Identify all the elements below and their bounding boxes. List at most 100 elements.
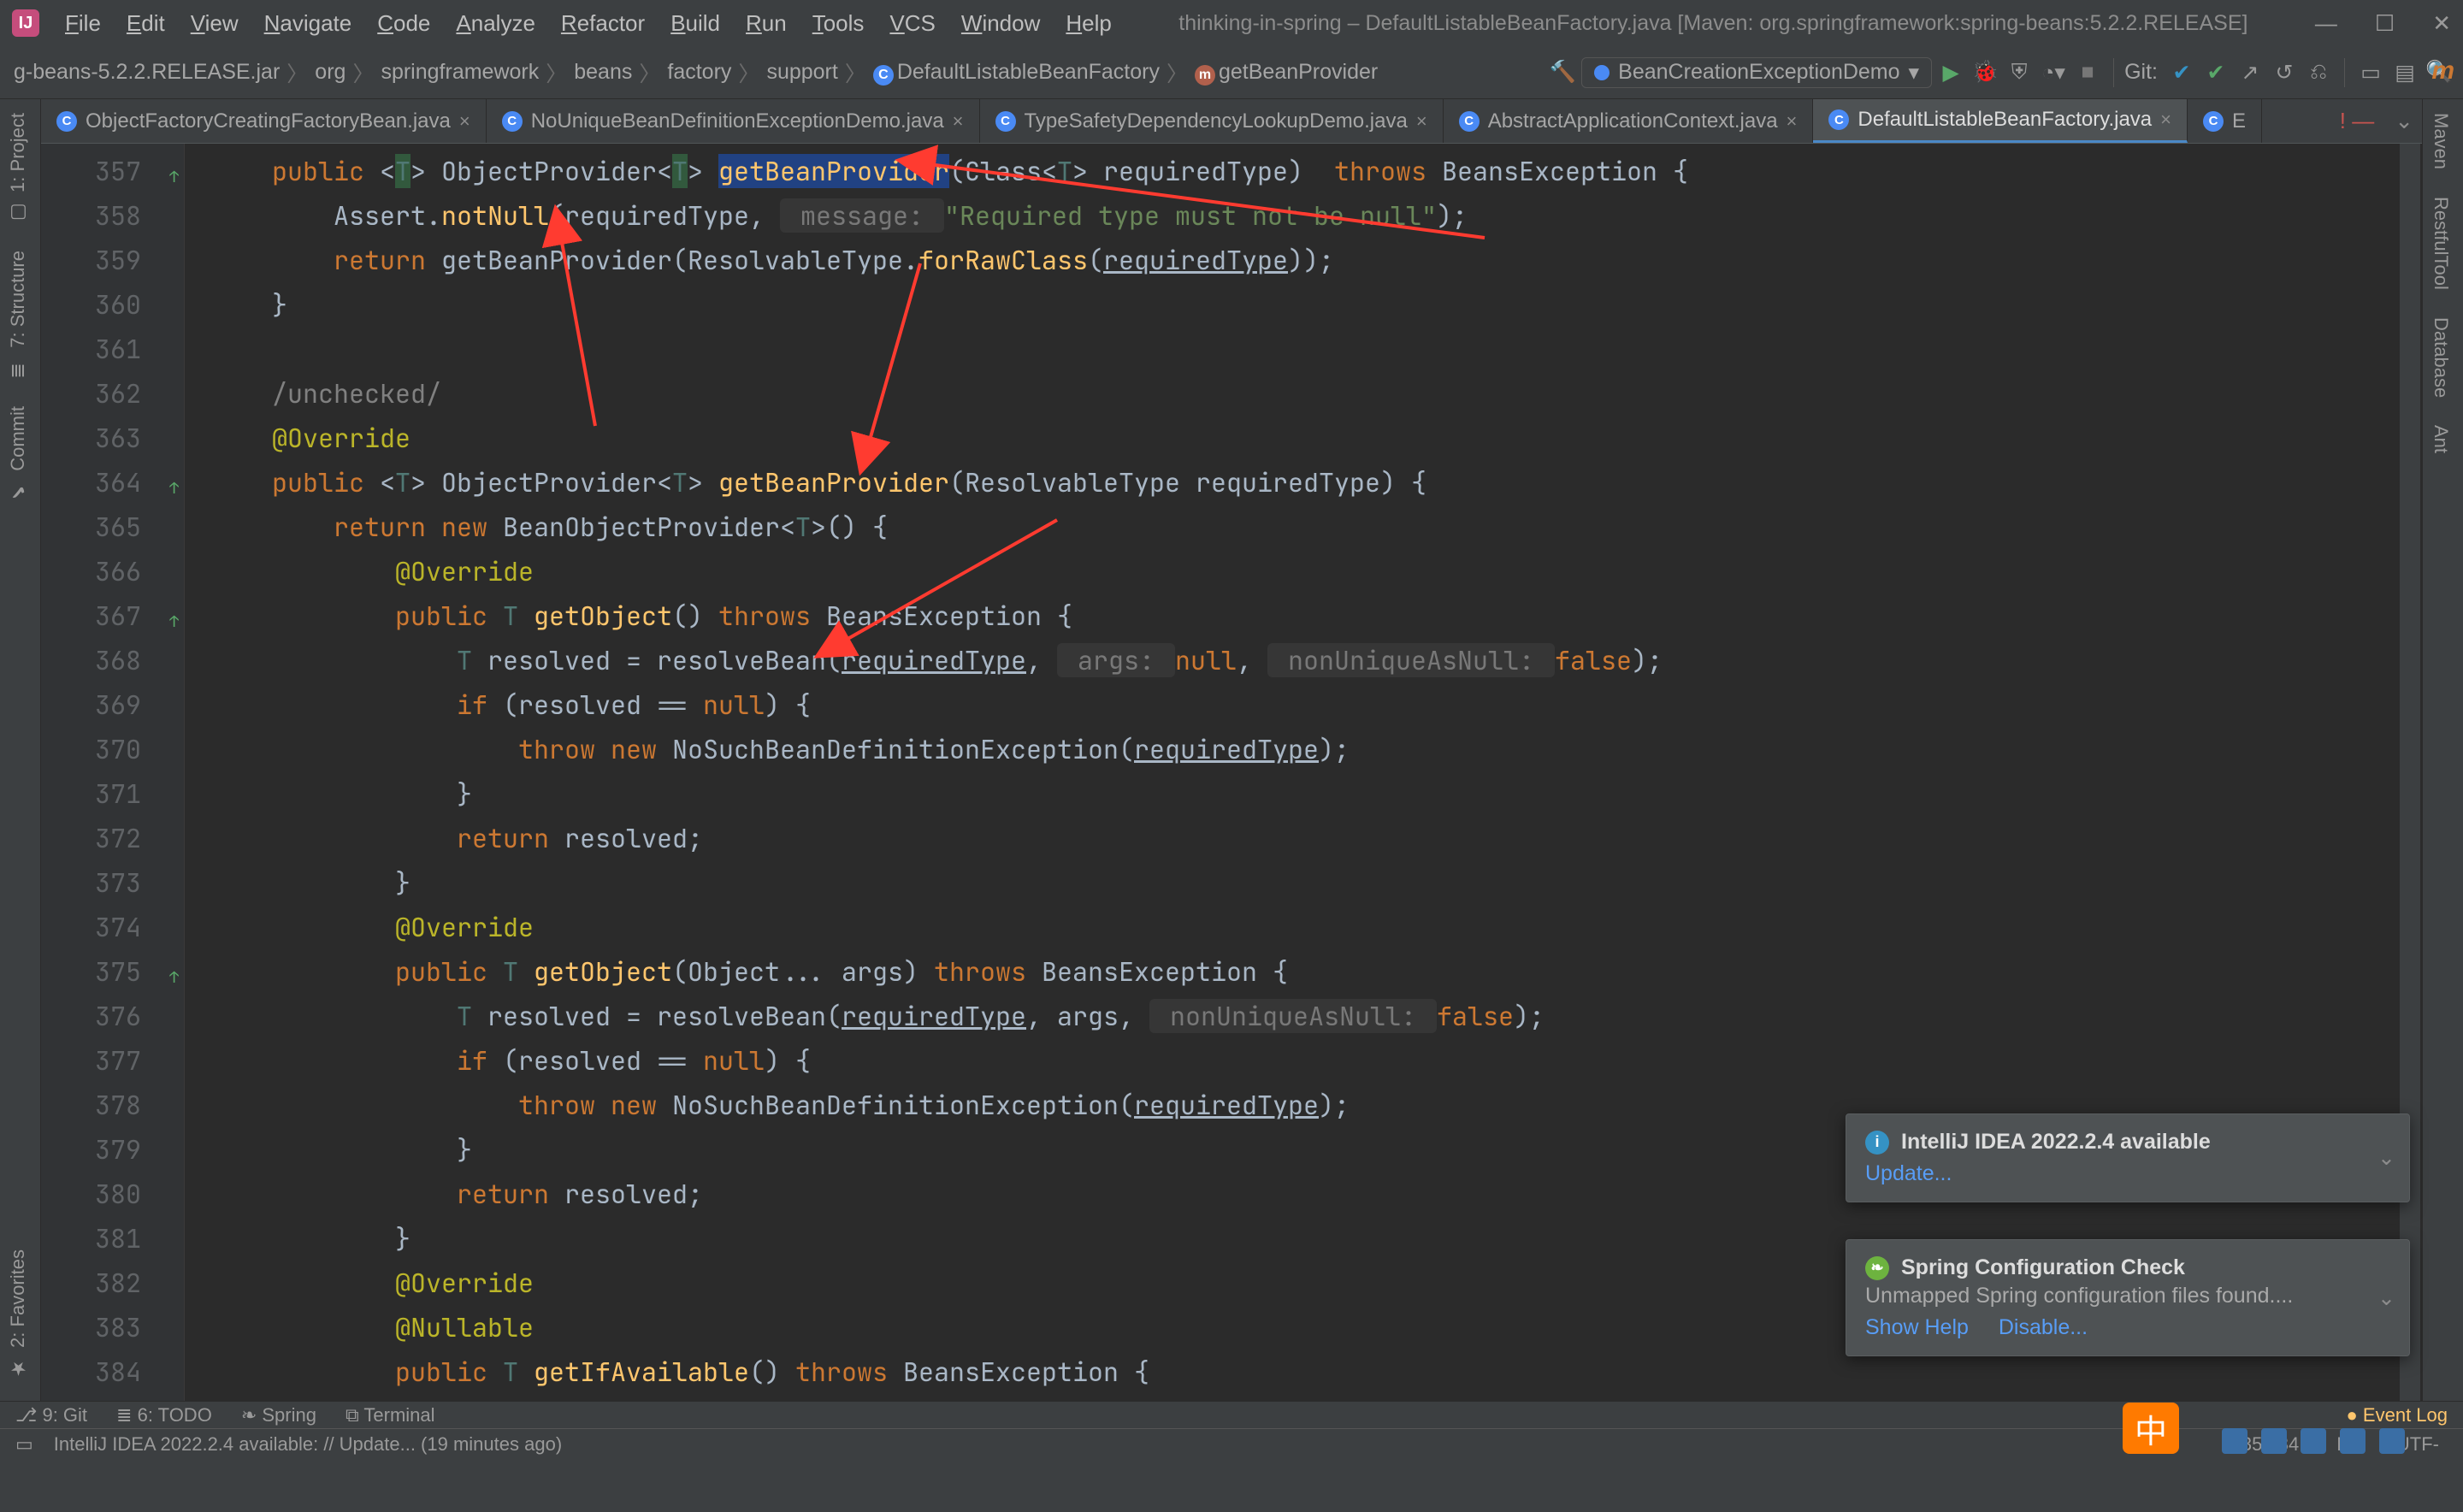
event-log-button[interactable]: Event Log — [2347, 1404, 2448, 1426]
tool-git[interactable]: ⎇ 9: Git — [15, 1404, 87, 1426]
line-number[interactable]: 382 — [41, 1261, 184, 1305]
tool-commit[interactable]: ✔Commit — [0, 393, 36, 516]
chevron-down-icon[interactable]: ⌄ — [2377, 1145, 2395, 1171]
code-line[interactable]: } — [210, 860, 2422, 905]
line-number[interactable]: 369 — [41, 682, 184, 727]
line-number[interactable]: 373 — [41, 860, 184, 905]
line-number[interactable]: 358 — [41, 193, 184, 238]
editor-tab[interactable]: CE — [2188, 99, 2262, 143]
menu-file[interactable]: File — [65, 10, 101, 37]
code-line[interactable]: return getBeanProvider(ResolvableType.fo… — [210, 238, 2422, 282]
debug-icon[interactable]: 🐞 — [1970, 60, 2000, 85]
code-line[interactable] — [210, 327, 2422, 371]
code-line[interactable]: throw new NoSuchBeanDefinitionException(… — [210, 727, 2422, 771]
breadcrumb-item[interactable]: mgetBeanProvider — [1190, 60, 1383, 86]
breadcrumb-item[interactable]: org — [310, 60, 351, 85]
git-diff-icon[interactable]: ↗ — [2235, 60, 2265, 86]
line-number[interactable]: 367 — [41, 594, 184, 638]
breadcrumb-item[interactable]: g-beans-5.2.2.RELEASE.jar — [9, 60, 285, 85]
override-gutter-icon[interactable] — [157, 472, 177, 493]
show-help-link[interactable]: Show Help — [1865, 1315, 1969, 1340]
code-line[interactable]: /unchecked/ — [210, 371, 2422, 416]
line-number[interactable]: 357 — [41, 149, 184, 193]
code-line[interactable]: return resolved; — [210, 816, 2422, 860]
menu-build[interactable]: Build — [670, 10, 720, 37]
menu-run[interactable]: Run — [746, 10, 787, 37]
line-number[interactable]: 360 — [41, 282, 184, 327]
line-number[interactable]: 365 — [41, 505, 184, 549]
code-line[interactable]: public T getObject() throws BeansExcepti… — [210, 594, 2422, 638]
code-line[interactable]: public T getObject(Object... args) throw… — [210, 949, 2422, 994]
menu-navigate[interactable]: Navigate — [264, 10, 352, 37]
line-number[interactable]: 374 — [41, 905, 184, 949]
error-flag-icon[interactable]: ! — — [2340, 108, 2374, 134]
breadcrumb-item[interactable]: beans — [569, 60, 637, 85]
line-number[interactable]: 368 — [41, 638, 184, 682]
code-line[interactable]: } — [210, 282, 2422, 327]
tool-ant[interactable]: Ant — [2423, 411, 2459, 467]
filter-icon[interactable]: ▤ — [2389, 60, 2420, 86]
code-line[interactable]: Assert.notNull(requiredType, message: "R… — [210, 193, 2422, 238]
breadcrumb-item[interactable]: springframework — [375, 60, 544, 85]
close-icon[interactable]: ✕ — [2432, 10, 2451, 37]
editor-tab[interactable]: CObjectFactoryCreatingFactoryBean.java× — [41, 99, 487, 143]
editor-gutter[interactable]: 3573583593603613623633643653663673683693… — [41, 144, 185, 1401]
tabs-overflow-icon[interactable]: ⌄ — [2386, 99, 2422, 143]
chevron-down-icon[interactable]: ⌄ — [2377, 1285, 2395, 1311]
code-line[interactable]: return new BeanObjectProvider<T>() { — [210, 505, 2422, 549]
line-number[interactable]: 366 — [41, 549, 184, 594]
tool-todo[interactable]: ≣ 6: TODO — [116, 1404, 212, 1426]
tool-restful[interactable]: RestfulTool — [2423, 183, 2459, 304]
menu-tools[interactable]: Tools — [812, 10, 865, 37]
maximize-icon[interactable]: ☐ — [2375, 10, 2395, 37]
breadcrumb-item[interactable]: factory — [662, 60, 736, 85]
override-gutter-icon[interactable] — [157, 961, 177, 982]
code-line[interactable]: } — [210, 771, 2422, 816]
code-line[interactable]: @Override — [210, 549, 2422, 594]
menu-analyze[interactable]: Analyze — [456, 10, 535, 37]
close-tab-icon[interactable]: × — [2160, 109, 2171, 131]
line-number[interactable]: 378 — [41, 1083, 184, 1127]
tool-favorites[interactable]: ★2: Favorites — [0, 1236, 36, 1392]
maven-m-icon[interactable]: m — [2431, 56, 2454, 86]
line-number[interactable]: 380 — [41, 1172, 184, 1216]
shelf-icon[interactable]: ▭ — [2355, 60, 2386, 86]
code-line[interactable]: public <T> ObjectProvider<T> getBeanProv… — [210, 460, 2422, 505]
tool-terminal[interactable]: ⧉ Terminal — [346, 1404, 435, 1426]
line-number[interactable]: 362 — [41, 371, 184, 416]
tool-maven[interactable]: Maven — [2423, 99, 2459, 183]
menu-help[interactable]: Help — [1066, 10, 1111, 37]
line-number[interactable]: 371 — [41, 771, 184, 816]
stop-icon[interactable]: ■ — [2072, 60, 2103, 85]
line-number[interactable]: 364 — [41, 460, 184, 505]
code-line[interactable]: T resolved = resolveBean(requiredType, a… — [210, 994, 2422, 1038]
minimize-icon[interactable]: — — [2315, 10, 2337, 37]
menu-window[interactable]: Window — [961, 10, 1040, 37]
ime-indicator[interactable]: 中 — [2123, 1403, 2179, 1454]
editor-tab[interactable]: CNoUniqueBeanDefinitionExceptionDemo.jav… — [487, 99, 980, 143]
close-tab-icon[interactable]: × — [953, 110, 964, 133]
run-config-selector[interactable]: BeanCreationExceptionDemo ▾ — [1581, 57, 1932, 88]
menu-vcs[interactable]: VCS — [889, 10, 935, 37]
close-tab-icon[interactable]: × — [1787, 110, 1798, 133]
code-line[interactable]: if (resolved == null) { — [210, 682, 2422, 727]
close-tab-icon[interactable]: × — [1416, 110, 1427, 133]
menu-edit[interactable]: Edit — [127, 10, 165, 37]
editor-tab[interactable]: CDefaultListableBeanFactory.java× — [1813, 99, 2188, 143]
editor-scrollbar[interactable] — [2400, 144, 2420, 1401]
code-line[interactable]: @Override — [210, 416, 2422, 460]
tool-spring[interactable]: ❧ Spring — [241, 1404, 316, 1426]
breadcrumb-item[interactable]: support — [761, 60, 842, 85]
coverage-icon[interactable]: ⛨ — [2004, 60, 2035, 85]
line-number[interactable]: 359 — [41, 238, 184, 282]
menu-code[interactable]: Code — [377, 10, 430, 37]
menu-refactor[interactable]: Refactor — [561, 10, 645, 37]
tool-structure[interactable]: ≣7: Structure — [0, 237, 36, 393]
editor-content[interactable]: public <T> ObjectProvider<T> getBeanProv… — [185, 144, 2422, 1401]
run-icon[interactable]: ▶ — [1935, 60, 1966, 86]
override-gutter-icon[interactable] — [157, 161, 177, 181]
line-number[interactable]: 375 — [41, 949, 184, 994]
build-icon[interactable]: 🔨 — [1547, 60, 1578, 85]
editor-tab[interactable]: CAbstractApplicationContext.java× — [1444, 99, 1814, 143]
code-line[interactable]: if (resolved == null) { — [210, 1038, 2422, 1083]
